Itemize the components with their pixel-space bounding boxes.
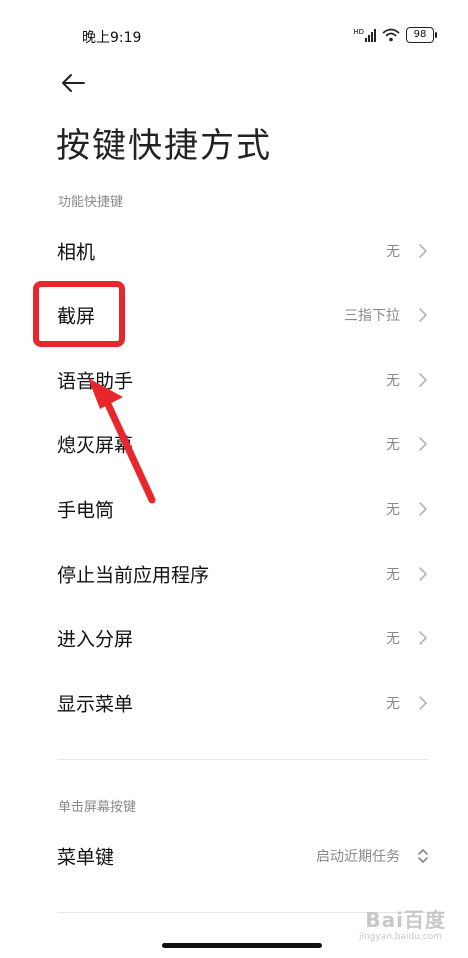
shortcut-row-voice-assistant[interactable]: 语音助手 无: [30, 350, 440, 410]
row-label: 熄灭屏幕: [57, 434, 134, 457]
annotation-highlight-box: [33, 281, 125, 347]
row-label: 相机: [57, 241, 96, 264]
section-divider: [58, 759, 428, 760]
chevron-right-icon: [419, 696, 427, 710]
row-value: 三指下拉: [344, 308, 400, 324]
shortcut-row-show-menu[interactable]: 显示菜单 无: [30, 673, 440, 733]
row-label: 菜单键: [57, 846, 115, 869]
row-label: 语音助手: [57, 370, 134, 393]
status-time: 晚上9:19: [82, 30, 142, 46]
row-value: 无: [386, 373, 400, 389]
row-value: 启动近期任务: [316, 849, 400, 865]
home-indicator[interactable]: [162, 943, 322, 948]
shortcut-row-stop-app[interactable]: 停止当前应用程序 无: [30, 544, 440, 604]
network-type-label: HD: [353, 28, 364, 36]
status-bar: 晚上9:19 HD 98: [0, 0, 468, 70]
watermark-logo: Bai百度: [365, 908, 446, 932]
row-value: 无: [386, 502, 400, 518]
shortcut-row-camera[interactable]: 相机 无: [30, 221, 440, 281]
chevron-right-icon: [419, 308, 427, 322]
chevron-up-down-icon: [418, 849, 428, 863]
row-label: 进入分屏: [57, 628, 134, 651]
row-label: 显示菜单: [57, 693, 134, 716]
watermark-url: jingyan.baidu.com: [358, 932, 442, 942]
row-label: 手电筒: [57, 499, 115, 522]
chevron-right-icon: [419, 502, 427, 516]
chevron-right-icon: [419, 631, 427, 645]
chevron-right-icon: [419, 567, 427, 581]
row-value: 无: [386, 567, 400, 583]
wifi-icon: [382, 28, 400, 42]
back-arrow-icon[interactable]: [58, 68, 88, 98]
row-value: 无: [386, 437, 400, 453]
chevron-right-icon: [419, 437, 427, 451]
chevron-right-icon: [419, 373, 427, 387]
signal-icon: HD: [353, 28, 376, 42]
shortcut-row-split-screen[interactable]: 进入分屏 无: [30, 608, 440, 668]
chevron-right-icon: [419, 244, 427, 258]
shortcut-row-menu-key[interactable]: 菜单键 启动近期任务: [30, 826, 440, 886]
row-value: 无: [386, 244, 400, 260]
row-value: 无: [386, 631, 400, 647]
row-label: 停止当前应用程序: [57, 564, 210, 587]
shortcut-row-flashlight[interactable]: 手电筒 无: [30, 479, 440, 539]
shortcut-row-screen-off[interactable]: 熄灭屏幕 无: [30, 414, 440, 474]
page-title: 按键快捷方式: [56, 126, 272, 166]
section-header-screen-keys: 单击屏幕按键: [58, 800, 137, 815]
row-value: 无: [386, 696, 400, 712]
status-icons: HD 98: [353, 27, 437, 43]
section-header-function-shortcuts: 功能快捷键: [58, 195, 124, 210]
battery-icon: 98: [406, 27, 437, 43]
